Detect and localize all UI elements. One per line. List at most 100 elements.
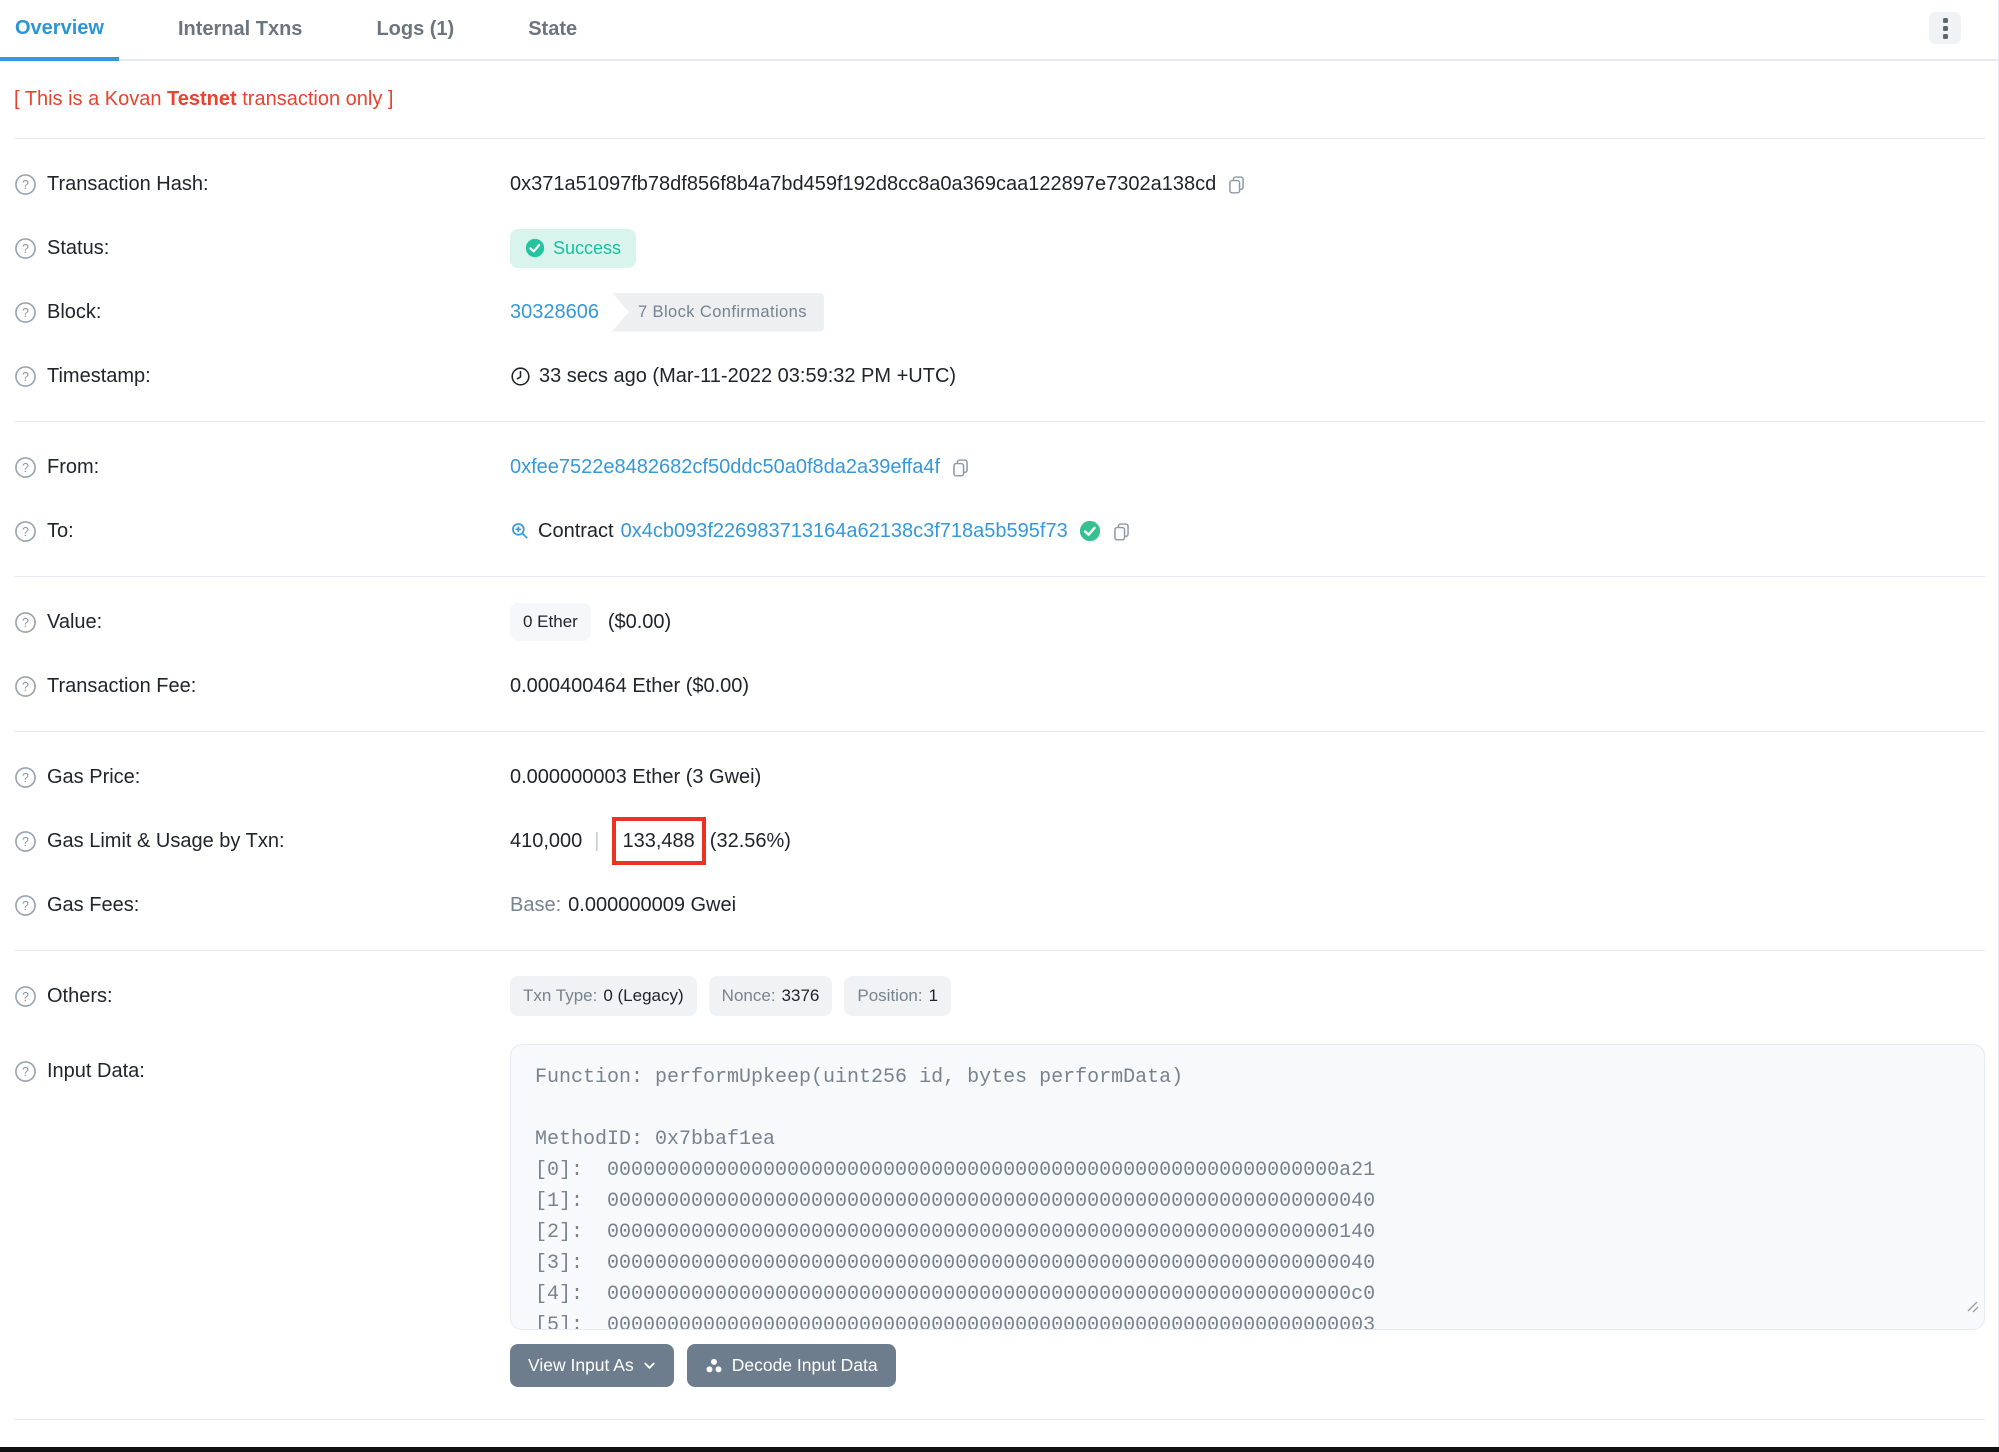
svg-text:?: ? [22, 1065, 29, 1079]
svg-text:?: ? [22, 241, 29, 255]
input-data-line: [3]: 00000000000000000000000000000000000… [535, 1252, 1376, 1275]
row-others: ? Others: Txn Type: 0 (Legacy) Nonce: 33… [14, 964, 1985, 1028]
gas-fees-label: Gas Fees: [47, 893, 140, 916]
value-usd: ($0.00) [607, 610, 672, 633]
help-icon[interactable]: ? [14, 675, 37, 698]
notice-bold: Testnet [167, 88, 237, 110]
ether-value-badge: 0 Ether [510, 603, 591, 641]
section-gas: ? Gas Price: 0.000000003 Ether (3 Gwei) … [14, 732, 1985, 950]
screenshot-bottom-bar [0, 1447, 1999, 1452]
others-label: Others: [47, 984, 113, 1007]
more-options-button[interactable] [1929, 12, 1961, 44]
row-to: ? To: Contract 0x4cb093f226983713164a621… [14, 499, 1985, 563]
timestamp-label: Timestamp: [47, 364, 151, 387]
row-timestamp: ? Timestamp: 33 secs ago (Mar-11-2022 03… [14, 344, 1985, 408]
tab-internal-txns[interactable]: Internal Txns [163, 0, 317, 59]
block-number-link[interactable]: 30328606 [510, 301, 599, 324]
transaction-hash-value: 0x371a51097fb78df856f8b4a7bd459f192d8cc8… [510, 172, 1217, 195]
transaction-fee-label: Transaction Fee: [47, 674, 197, 697]
help-icon[interactable]: ? [14, 365, 37, 388]
row-gas-limit-usage: ? Gas Limit & Usage by Txn: 410,000 | 13… [14, 809, 1985, 873]
status-label: Status: [47, 236, 110, 259]
input-data-line: MethodID: 0x7bbaf1ea [535, 1128, 776, 1151]
input-data-line [535, 1093, 1960, 1124]
to-label: To: [47, 519, 74, 542]
copy-icon[interactable] [1226, 174, 1247, 195]
kebab-icon [1942, 17, 1948, 23]
input-data-line: [5]: 00000000000000000000000000000000000… [535, 1314, 1376, 1330]
transaction-hash-label: Transaction Hash: [47, 172, 209, 195]
tab-state[interactable]: State [513, 0, 592, 59]
clock-icon [511, 366, 530, 386]
input-data-line: [4]: 00000000000000000000000000000000000… [535, 1283, 1376, 1306]
help-icon[interactable]: ? [14, 766, 37, 789]
gas-used-value: 133,488 [622, 830, 695, 852]
section-others-input: ? Others: Txn Type: 0 (Legacy) Nonce: 33… [14, 951, 1985, 1400]
base-fee-value: 0.000000009 Gwei [568, 893, 737, 916]
help-icon[interactable]: ? [14, 173, 37, 196]
gas-limit-value: 410,000 [510, 829, 583, 852]
decode-icon [706, 1358, 722, 1372]
svg-text:?: ? [22, 305, 29, 319]
testnet-notice: [ This is a Kovan Testnet transaction on… [14, 88, 1985, 111]
magnifier-plus-icon[interactable] [510, 521, 530, 541]
gas-used-percent: (32.56%) [709, 829, 791, 852]
gas-price-value: 0.000000003 Ether (3 Gwei) [510, 765, 762, 788]
gas-separator: | [594, 829, 600, 852]
row-transaction-hash: ? Transaction Hash: 0x371a51097fb78df856… [14, 152, 1985, 216]
from-label: From: [47, 455, 100, 478]
help-icon[interactable]: ? [14, 301, 37, 324]
copy-icon[interactable] [1111, 521, 1132, 542]
svg-text:?: ? [22, 770, 29, 784]
to-address-link[interactable]: 0x4cb093f226983713164a62138c3f718a5b595f… [621, 520, 1068, 543]
input-data-textarea[interactable]: Function: performUpkeep(uint256 id, byte… [510, 1044, 1985, 1330]
notice-post: transaction only ] [236, 88, 394, 110]
row-value: ? Value: 0 Ether ($0.00) [14, 590, 1985, 654]
input-data-actions: View Input As Decode Input Data [510, 1344, 1985, 1387]
svg-text:?: ? [22, 177, 29, 191]
section-value: ? Value: 0 Ether ($0.00) ? Transaction F… [14, 577, 1985, 731]
value-label: Value: [47, 610, 103, 633]
status-badge: Success [510, 228, 637, 268]
row-input-data: ? Input Data: Function: performUpkeep(ui… [14, 1044, 1985, 1330]
help-icon[interactable]: ? [14, 894, 37, 917]
section-addresses: ? From: 0xfee7522e8482682cf50ddc50a0f8da… [14, 422, 1985, 576]
from-address-link[interactable]: 0xfee7522e8482682cf50ddc50a0f8da2a39effa… [510, 456, 940, 479]
view-input-as-button[interactable]: View Input As [510, 1344, 674, 1387]
help-icon[interactable]: ? [14, 830, 37, 853]
input-data-label: Input Data: [47, 1060, 145, 1082]
tab-logs[interactable]: Logs (1) [361, 0, 469, 59]
input-data-line: Function: performUpkeep(uint256 id, byte… [535, 1066, 1184, 1089]
help-icon[interactable]: ? [14, 456, 37, 479]
row-block: ? Block: 30328606 7 Block Confirmations [14, 280, 1985, 344]
gas-limit-label: Gas Limit & Usage by Txn: [47, 829, 285, 852]
help-icon[interactable]: ? [14, 1060, 37, 1083]
resize-handle-icon[interactable] [1965, 1293, 1979, 1324]
to-contract-prefix: Contract [538, 519, 614, 542]
svg-text:?: ? [22, 460, 29, 474]
base-fee-label: Base: [510, 893, 562, 916]
svg-text:?: ? [22, 834, 29, 848]
svg-text:?: ? [22, 369, 29, 383]
help-icon[interactable]: ? [14, 520, 37, 543]
help-icon[interactable]: ? [14, 611, 37, 634]
annotation-highlight-box: 133,488 [611, 817, 706, 865]
help-icon[interactable]: ? [14, 985, 37, 1008]
row-from: ? From: 0xfee7522e8482682cf50ddc50a0f8da… [14, 435, 1985, 499]
position-badge: Position: 1 [844, 976, 952, 1016]
svg-text:?: ? [22, 989, 29, 1003]
svg-text:?: ? [22, 615, 29, 629]
block-label: Block: [47, 300, 102, 323]
row-status: ? Status: Success [14, 216, 1985, 280]
tab-overview[interactable]: Overview [0, 0, 119, 61]
block-confirmations-badge: 7 Block Confirmations [611, 292, 824, 332]
nonce-badge: Nonce: 3376 [708, 976, 833, 1016]
timestamp-value: 33 secs ago (Mar-11-2022 03:59:32 PM +UT… [539, 364, 957, 387]
help-icon[interactable]: ? [14, 237, 37, 260]
chevron-down-icon [644, 1362, 655, 1369]
input-data-line: [1]: 00000000000000000000000000000000000… [535, 1190, 1376, 1213]
decode-input-data-button[interactable]: Decode Input Data [686, 1344, 896, 1387]
svg-text:?: ? [22, 524, 29, 538]
section-overview-top: ? Transaction Hash: 0x371a51097fb78df856… [14, 139, 1985, 421]
copy-icon[interactable] [950, 457, 971, 478]
